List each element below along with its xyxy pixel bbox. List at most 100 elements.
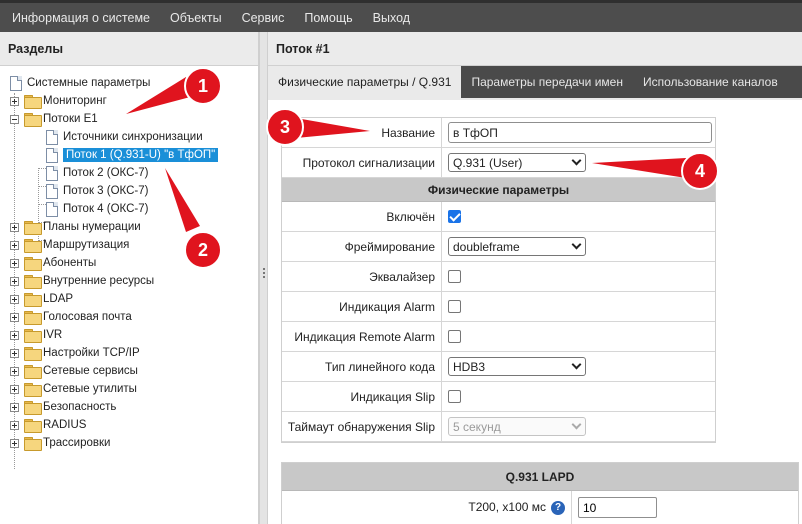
expand-icon[interactable] <box>10 402 19 412</box>
tree-item-monitoring[interactable]: Мониторинг <box>10 92 107 110</box>
framing-label: Фреймирование <box>282 232 442 261</box>
enabled-checkbox[interactable] <box>448 210 461 223</box>
tree-item-tracing[interactable]: Трассировки <box>10 434 110 452</box>
tree-item-security[interactable]: Безопасность <box>10 398 116 416</box>
menu-system-info[interactable]: Информация о системе <box>0 4 159 32</box>
expand-icon[interactable] <box>10 348 19 358</box>
expand-icon[interactable] <box>10 420 19 430</box>
tree-item-radius[interactable]: RADIUS <box>10 416 86 434</box>
tree-item-label: Системные параметры <box>27 77 151 89</box>
folder-icon <box>24 383 42 397</box>
panel-splitter[interactable] <box>259 32 268 524</box>
name-input[interactable] <box>448 122 712 143</box>
expand-icon[interactable] <box>10 276 19 286</box>
slip-timeout-select-value: 5 секунд <box>453 419 501 434</box>
menu-service[interactable]: Сервис <box>231 4 294 32</box>
tree-item-stream-1[interactable]: Поток 1 (Q.931-U) "в ТфОП" <box>46 146 219 164</box>
tree-item-routing[interactable]: Маршрутизация <box>10 236 129 254</box>
tree-item-label: Трассировки <box>43 437 111 449</box>
splitter-grip-icon[interactable] <box>263 268 265 278</box>
content-panel: Поток #1 Физические параметры / Q.931 Па… <box>268 32 802 524</box>
form-row-name: Название <box>282 118 715 148</box>
form-row-slip-timeout: Таймаут обнаружения Slip 5 секунд <box>282 412 715 442</box>
tab-name-transfer[interactable]: Параметры передачи имен <box>461 66 633 98</box>
chevron-down-icon <box>571 239 582 250</box>
tree-item-stream-3[interactable]: Поток 3 (ОКС-7) <box>46 182 148 200</box>
slip-label: Индикация Slip <box>282 382 442 411</box>
expand-icon[interactable] <box>10 312 19 322</box>
tree-item-label-selected: Поток 1 (Q.931-U) "в ТфОП" <box>63 148 219 162</box>
folder-icon <box>24 257 42 271</box>
tree-item-label: LDAP <box>43 293 74 305</box>
tree-item-network-utilities[interactable]: Сетевые утилиты <box>10 380 137 398</box>
tree-item-ldap[interactable]: LDAP <box>10 290 73 308</box>
page-title: Поток #1 <box>268 32 802 66</box>
tree-item-label: Сетевые сервисы <box>43 365 138 377</box>
document-icon <box>46 183 58 199</box>
tree-item-ivr[interactable]: IVR <box>10 326 62 344</box>
chevron-down-icon <box>571 155 582 166</box>
slip-checkbox[interactable] <box>448 390 461 403</box>
form-row-protocol: Протокол сигнализации Q.931 (User) <box>282 148 715 178</box>
protocol-select-value: Q.931 (User) <box>453 155 523 170</box>
expand-icon[interactable] <box>10 384 19 394</box>
tree-item-stream-4[interactable]: Поток 4 (ОКС-7) <box>46 200 148 218</box>
remote-alarm-label: Индикация Remote Alarm <box>282 322 442 351</box>
slip-timeout-label: Таймаут обнаружения Slip <box>282 412 442 441</box>
form-row-enabled: Включён <box>282 202 715 232</box>
tree-item-numbering-plans[interactable]: Планы нумерации <box>10 218 141 236</box>
menu-help[interactable]: Помощь <box>293 4 361 32</box>
equalizer-checkbox[interactable] <box>448 270 461 283</box>
document-icon <box>46 129 58 145</box>
tree-item-sync-sources[interactable]: Источники синхронизации <box>46 128 203 146</box>
form-row-t200: T200, x100 мс ? <box>282 491 798 524</box>
tree-item-network-services[interactable]: Сетевые сервисы <box>10 362 138 380</box>
expand-icon[interactable] <box>10 258 19 268</box>
document-icon <box>46 165 58 181</box>
tree-item-label: Настройки TCP/IP <box>43 347 140 359</box>
tree-item-e1-streams[interactable]: Потоки Е1 <box>10 110 98 128</box>
framing-select[interactable]: doubleframe <box>448 237 586 256</box>
protocol-select[interactable]: Q.931 (User) <box>448 153 586 172</box>
folder-icon <box>24 419 42 433</box>
tree-item-label: Внутренние ресурсы <box>43 275 155 287</box>
tab-underline <box>268 98 802 100</box>
expand-icon[interactable] <box>10 240 19 250</box>
folder-icon <box>24 365 42 379</box>
alarm-checkbox[interactable] <box>448 300 461 313</box>
expand-icon[interactable] <box>10 96 19 106</box>
tab-channel-usage[interactable]: Использование каналов <box>633 66 788 98</box>
expand-icon[interactable] <box>10 438 19 448</box>
tree-item-label: Планы нумерации <box>43 221 141 233</box>
line-code-select[interactable]: HDB3 <box>448 357 586 376</box>
collapse-icon[interactable] <box>10 114 19 124</box>
tree-item-label: Маршрутизация <box>43 239 130 251</box>
t200-label: T200, x100 мс <box>468 500 546 514</box>
enabled-label: Включён <box>282 202 442 231</box>
expand-icon[interactable] <box>10 294 19 304</box>
t200-label-cell: T200, x100 мс ? <box>282 491 572 524</box>
document-icon <box>46 147 58 163</box>
framing-select-value: doubleframe <box>453 239 520 254</box>
expand-icon[interactable] <box>10 366 19 376</box>
tree-item-label: IVR <box>43 329 63 341</box>
menu-exit[interactable]: Выход <box>362 4 419 32</box>
q931-lapd-form: Q.931 LAPD T200, x100 мс ? <box>281 462 799 524</box>
tree-item-tcpip[interactable]: Настройки TCP/IP <box>10 344 140 362</box>
tree-item-subscribers[interactable]: Абоненты <box>10 254 96 272</box>
tree-item-label: Поток 2 (ОКС-7) <box>63 167 149 179</box>
tree-item-system-params[interactable]: Системные параметры <box>10 74 150 92</box>
tree-item-stream-2[interactable]: Поток 2 (ОКС-7) <box>46 164 148 182</box>
tab-physical-q931[interactable]: Физические параметры / Q.931 <box>268 66 462 98</box>
help-icon[interactable]: ? <box>551 500 565 515</box>
expand-icon[interactable] <box>10 222 19 232</box>
folder-icon <box>24 275 42 289</box>
tab-bar: Физические параметры / Q.931 Параметры п… <box>268 66 802 98</box>
t200-input[interactable] <box>578 497 657 518</box>
menu-objects[interactable]: Объекты <box>159 4 231 32</box>
remote-alarm-checkbox[interactable] <box>448 330 461 343</box>
tree-item-label: Мониторинг <box>43 95 107 107</box>
expand-icon[interactable] <box>10 330 19 340</box>
tree-item-internal-resources[interactable]: Внутренние ресурсы <box>10 272 154 290</box>
tree-item-voicemail[interactable]: Голосовая почта <box>10 308 132 326</box>
